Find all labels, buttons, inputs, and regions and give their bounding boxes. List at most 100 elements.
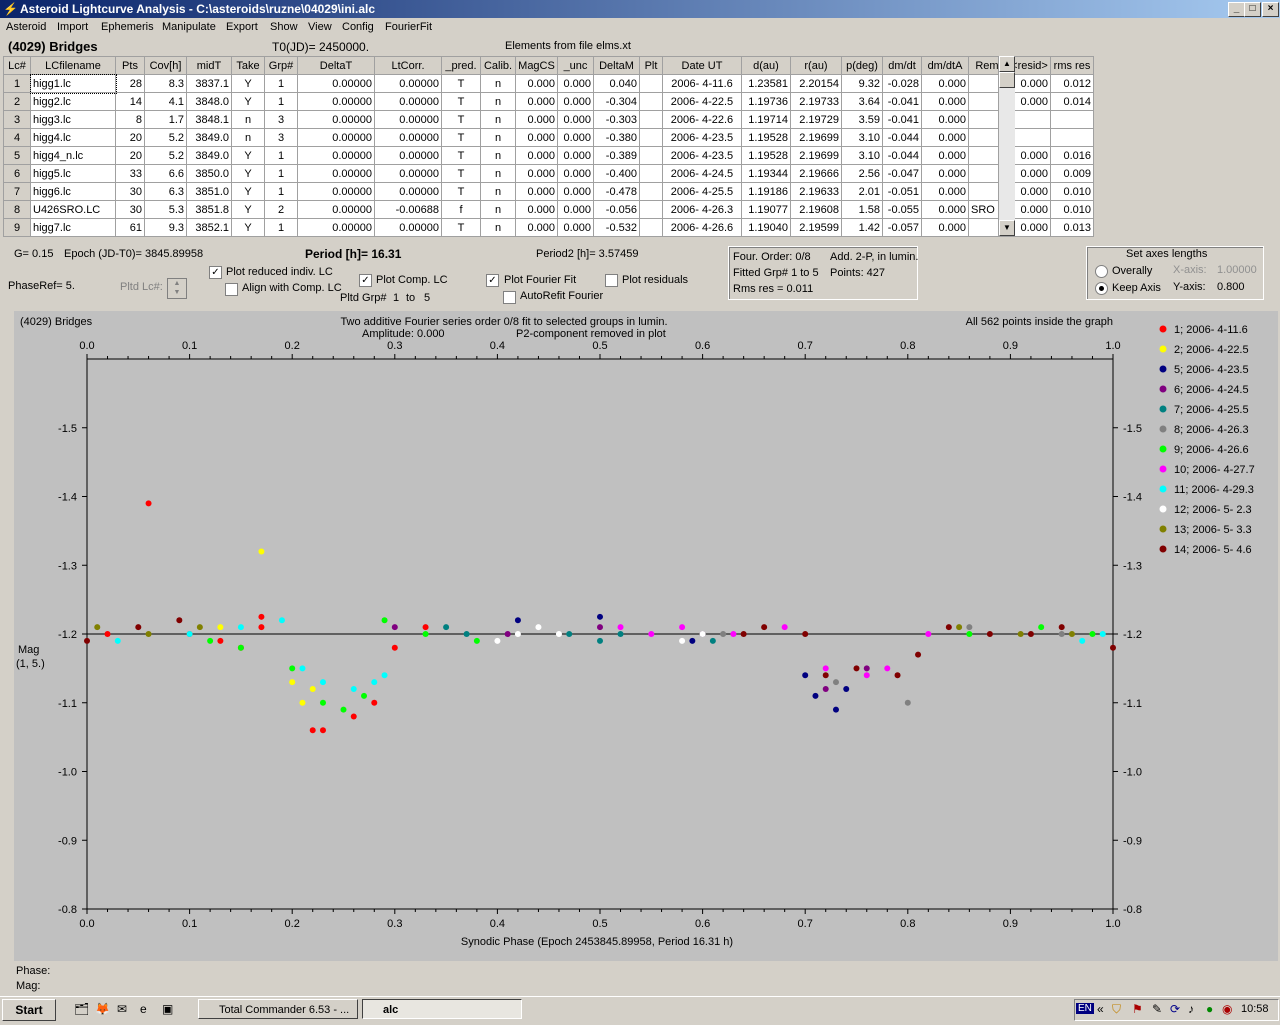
table-cell[interactable]: 30 [115, 200, 145, 219]
table-cell[interactable]: T [441, 182, 481, 201]
table-cell[interactable]: 0.00000 [297, 92, 375, 111]
table-cell[interactable]: 1.19077 [741, 200, 791, 219]
tray-sync-icon[interactable]: ⟳ [1170, 1002, 1180, 1016]
table-cell[interactable]: 0.00000 [374, 146, 442, 165]
table-cell[interactable]: 0.00000 [297, 200, 375, 219]
table-cell[interactable]: 9.3 [144, 218, 187, 237]
column-header[interactable]: Grp# [264, 56, 298, 75]
table-cell[interactable]: 1.19714 [741, 110, 791, 129]
table-cell[interactable]: 0.000 [921, 164, 969, 183]
table-cell[interactable]: 1 [264, 164, 298, 183]
y-axis-value[interactable]: 0.800 [1217, 281, 1245, 293]
table-cell[interactable]: 0.040 [593, 74, 640, 93]
menu-config[interactable]: Config [342, 21, 374, 33]
table-cell[interactable]: 20 [115, 128, 145, 147]
lightcurve-plot[interactable]: (4029) Bridges Two additive Fourier seri… [14, 311, 1278, 961]
column-header[interactable]: midT [186, 56, 232, 75]
table-cell[interactable]: 1.19040 [741, 218, 791, 237]
autorefit-checkbox[interactable] [503, 291, 516, 304]
quicklaunch-totalcmd-icon[interactable]: 🗂 [74, 1002, 89, 1016]
table-cell[interactable]: higg1.lc [29, 73, 117, 94]
table-cell[interactable] [639, 92, 663, 111]
table-cell[interactable]: 8 [3, 200, 31, 219]
table-cell[interactable]: 0.00000 [374, 92, 442, 111]
quicklaunch-firefox-icon[interactable]: 🦊 [95, 1002, 110, 1016]
table-cell[interactable]: Y [231, 200, 265, 219]
table-row[interactable]: 8 U426SRO.LC 30 5.3 3851.8 Y 2 0.00000 -0.00688 f… [3, 200, 1094, 219]
table-cell[interactable]: 33 [115, 164, 145, 183]
column-header[interactable]: Calib. [480, 56, 516, 75]
table-cell[interactable]: 1.7 [144, 110, 187, 129]
overally-radio[interactable] [1095, 265, 1108, 278]
table-cell[interactable]: -0.389 [593, 146, 640, 165]
table-cell[interactable]: 6.3 [144, 182, 187, 201]
table-cell[interactable]: -0.047 [882, 164, 922, 183]
column-header[interactable]: Lc# [3, 56, 31, 75]
table-cell[interactable]: n [480, 92, 516, 111]
table-cell[interactable]: 0.000 [515, 92, 558, 111]
table-cell[interactable]: 0.000 [557, 146, 594, 165]
table-cell[interactable]: 1 [3, 74, 31, 93]
table-cell[interactable]: -0.044 [882, 128, 922, 147]
plot-fourier-checkbox[interactable]: ✓ [486, 274, 499, 287]
table-cell[interactable]: 0.016 [1050, 146, 1094, 165]
table-cell[interactable]: 0.00000 [297, 182, 375, 201]
table-cell[interactable]: 9.32 [841, 74, 883, 93]
column-header[interactable]: LCfilename [30, 56, 116, 75]
table-scrollbar[interactable]: ▲ ▼ [998, 56, 1015, 236]
plot-residuals-checkbox[interactable] [605, 274, 618, 287]
table-cell[interactable]: 2.19633 [790, 182, 842, 201]
table-cell[interactable]: 3.59 [841, 110, 883, 129]
table-cell[interactable]: 3.10 [841, 146, 883, 165]
table-cell[interactable]: -0.478 [593, 182, 640, 201]
table-cell[interactable]: 0.000 [515, 200, 558, 219]
table-cell[interactable]: 3837.1 [186, 74, 232, 93]
table-cell[interactable]: 0.00000 [374, 218, 442, 237]
table-cell[interactable]: 1 [264, 92, 298, 111]
table-row[interactable]: 1 higg1.lc 28 8.3 3837.1 Y 1 0.00000 0.00000 Tn 0.… [3, 73, 1094, 94]
table-cell[interactable]: 2.19699 [790, 128, 842, 147]
menu-fourierfit[interactable]: FourierFit [385, 21, 432, 33]
lightcurve-table[interactable]: Lc# LCfilename Pts Cov[h] midT Take Grp# DeltaT… [3, 56, 1094, 237]
table-cell[interactable]: 1.42 [841, 218, 883, 237]
table-cell[interactable] [639, 128, 663, 147]
table-cell[interactable]: 0.000 [557, 218, 594, 237]
menu-export[interactable]: Export [226, 21, 258, 33]
table-cell[interactable]: 4 [3, 128, 31, 147]
table-cell[interactable]: 7 [3, 182, 31, 201]
table-cell[interactable]: 1.19528 [741, 146, 791, 165]
table-cell[interactable]: higg3.lc [30, 110, 116, 129]
column-header[interactable]: dm/dtA [921, 56, 969, 75]
table-cell[interactable]: n [480, 200, 516, 219]
table-cell[interactable]: 0.00000 [297, 110, 375, 129]
table-cell[interactable]: 0.00000 [374, 74, 442, 93]
pltd-grp-to[interactable]: 5 [424, 292, 430, 304]
table-cell[interactable]: -0.00688 [374, 200, 442, 219]
table-cell[interactable]: 0.000 [515, 146, 558, 165]
table-cell[interactable]: -0.044 [882, 146, 922, 165]
table-cell[interactable]: 1.19344 [741, 164, 791, 183]
table-cell[interactable] [639, 182, 663, 201]
table-cell[interactable]: 0.012 [1050, 74, 1094, 93]
table-cell[interactable]: 0.00000 [297, 128, 375, 147]
table-cell[interactable]: 5.3 [144, 200, 187, 219]
table-cell[interactable]: 30 [115, 182, 145, 201]
table-cell[interactable] [639, 218, 663, 237]
table-cell[interactable]: 2.20154 [790, 74, 842, 93]
table-cell[interactable]: 2006- 4-26.6 [662, 218, 742, 237]
table-cell[interactable]: 3 [264, 128, 298, 147]
table-cell[interactable]: n [231, 128, 265, 147]
table-cell[interactable]: 8 [115, 110, 145, 129]
column-header[interactable]: DeltaT [297, 56, 375, 75]
table-cell[interactable]: 2006- 4-26.3 [662, 200, 742, 219]
column-header[interactable]: rms res [1050, 56, 1094, 75]
minimize-button[interactable]: _ [1228, 2, 1245, 17]
table-cell[interactable]: 0.000 [921, 74, 969, 93]
table-cell[interactable]: 0.000 [515, 182, 558, 201]
table-cell[interactable]: T [441, 146, 481, 165]
menu-import[interactable]: Import [57, 21, 88, 33]
scroll-up-button[interactable]: ▲ [999, 56, 1015, 72]
table-cell[interactable]: higg6.lc [30, 182, 116, 201]
table-cell[interactable]: n [480, 110, 516, 129]
table-cell[interactable]: 0.000 [515, 128, 558, 147]
